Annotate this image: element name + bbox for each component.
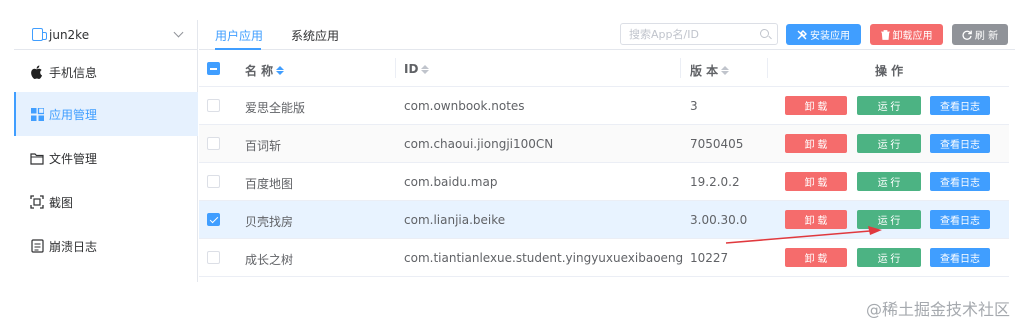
sort-caret-icon[interactable] [721, 66, 730, 75]
refresh-button[interactable]: 刷 新 [952, 24, 1008, 45]
watermark: @稀土掘金技术社区 [866, 300, 1011, 319]
app-name: 百度地图 [245, 177, 294, 191]
column-name-header[interactable]: 名 称 [245, 62, 285, 79]
phone-icon [32, 28, 47, 41]
run-button[interactable]: 运 行 [857, 172, 921, 191]
view-log-button[interactable]: 查看日志 [930, 210, 990, 229]
trash-icon [880, 29, 890, 40]
app-name: 百词斩 [245, 139, 282, 153]
app-version: 3 [690, 99, 698, 113]
search-icon [760, 29, 769, 38]
uninstall-app-button[interactable]: 卸载应用 [870, 24, 943, 45]
sidebar-item-label: 应用管理 [49, 107, 98, 122]
tools-icon [797, 29, 807, 39]
app-version: 7050405 [690, 137, 744, 151]
view-log-button[interactable]: 查看日志 [930, 96, 990, 115]
sidebar-item-label: 崩溃日志 [49, 239, 98, 254]
table-row[interactable]: 百词斩 com.chaoui.jiongji100CN 7050405 卸 载 … [199, 125, 1009, 163]
search-input[interactable] [620, 23, 778, 45]
sidebar-item-phone-info[interactable]: 手机信息 [14, 50, 198, 94]
refresh-icon [962, 30, 972, 40]
uninstall-button[interactable]: 卸 载 [785, 96, 847, 115]
device-selector[interactable]: jun2ke [14, 20, 198, 50]
app-version: 19.2.0.2 [690, 175, 740, 189]
view-log-button[interactable]: 查看日志 [930, 248, 990, 267]
sidebar-item-label: 手机信息 [49, 65, 98, 80]
app-id: com.ownbook.notes [404, 99, 525, 113]
column-name-label: 名 称 [245, 64, 274, 78]
row-checkbox[interactable] [207, 251, 220, 264]
column-version-header[interactable]: 版 本 [690, 62, 730, 79]
uninstall-app-label: 卸载应用 [892, 31, 933, 42]
table-row[interactable]: 爱思全能版 com.ownbook.notes 3 卸 载 运 行 查看日志 [199, 87, 1009, 125]
column-divider [767, 58, 768, 78]
sidebar-item-crash-log[interactable]: 崩溃日志 [14, 224, 198, 268]
column-divider [680, 58, 681, 78]
app-name: 贝壳找房 [245, 215, 294, 229]
uninstall-button[interactable]: 卸 载 [785, 248, 847, 267]
sort-caret-icon[interactable] [276, 66, 285, 75]
apps-grid-icon [30, 107, 44, 121]
app-id: com.baidu.map [404, 175, 498, 189]
refresh-label: 刷 新 [974, 31, 999, 42]
column-divider [395, 58, 396, 78]
row-checkbox[interactable] [207, 213, 220, 226]
tab-user-apps[interactable]: 用户应用 [215, 27, 263, 44]
sidebar-item-file-management[interactable]: 文件管理 [14, 136, 198, 180]
column-id-header[interactable]: ID [404, 62, 430, 76]
run-button[interactable]: 运 行 [857, 134, 921, 153]
app-id: com.tiantianlexue.student.yingyuxuexibao… [404, 251, 684, 265]
sidebar: jun2ke 手机信息 应用管理 文件管理 截图 崩溃日志 [14, 20, 198, 282]
tab-system-apps[interactable]: 系统应用 [291, 27, 339, 44]
table-header: 名 称 ID 版 本 操 作 [199, 50, 1009, 87]
column-actions-header: 操 作 [875, 64, 904, 78]
sidebar-item-label: 文件管理 [49, 151, 98, 166]
app-name: 爱思全能版 [245, 101, 306, 115]
uninstall-button[interactable]: 卸 载 [785, 134, 847, 153]
row-checkbox[interactable] [207, 99, 220, 112]
view-log-button[interactable]: 查看日志 [930, 172, 990, 191]
column-version-label: 版 本 [690, 64, 719, 78]
row-checkbox[interactable] [207, 175, 220, 188]
view-log-button[interactable]: 查看日志 [930, 134, 990, 153]
install-app-label: 安装应用 [810, 31, 850, 42]
uninstall-button[interactable]: 卸 载 [785, 172, 847, 191]
row-checkbox[interactable] [207, 137, 220, 150]
sort-caret-icon[interactable] [421, 64, 430, 74]
crash-log-icon [30, 239, 44, 253]
column-id-label: ID [404, 62, 419, 76]
folder-icon [30, 151, 44, 165]
table-row[interactable]: 百度地图 com.baidu.map 19.2.0.2 卸 载 运 行 查看日志 [199, 163, 1009, 201]
sidebar-item-screenshot[interactable]: 截图 [14, 180, 198, 224]
sidebar-item-label: 截图 [49, 195, 74, 210]
run-button[interactable]: 运 行 [857, 248, 921, 267]
app-name: 成长之树 [245, 253, 294, 267]
device-name: jun2ke [49, 27, 90, 42]
chevron-down-icon [173, 27, 184, 38]
run-button[interactable]: 运 行 [857, 96, 921, 115]
annotation-arrow-icon [725, 226, 882, 244]
app-id: com.chaoui.jiongji100CN [404, 137, 554, 151]
app-version: 10227 [690, 251, 729, 265]
sidebar-item-app-management[interactable]: 应用管理 [14, 92, 198, 136]
app-id: com.lianjia.beike [404, 213, 506, 227]
apple-icon [30, 65, 44, 79]
screenshot-icon [30, 195, 44, 209]
select-all-checkbox[interactable] [207, 62, 220, 75]
install-app-button[interactable]: 安装应用 [786, 24, 861, 45]
